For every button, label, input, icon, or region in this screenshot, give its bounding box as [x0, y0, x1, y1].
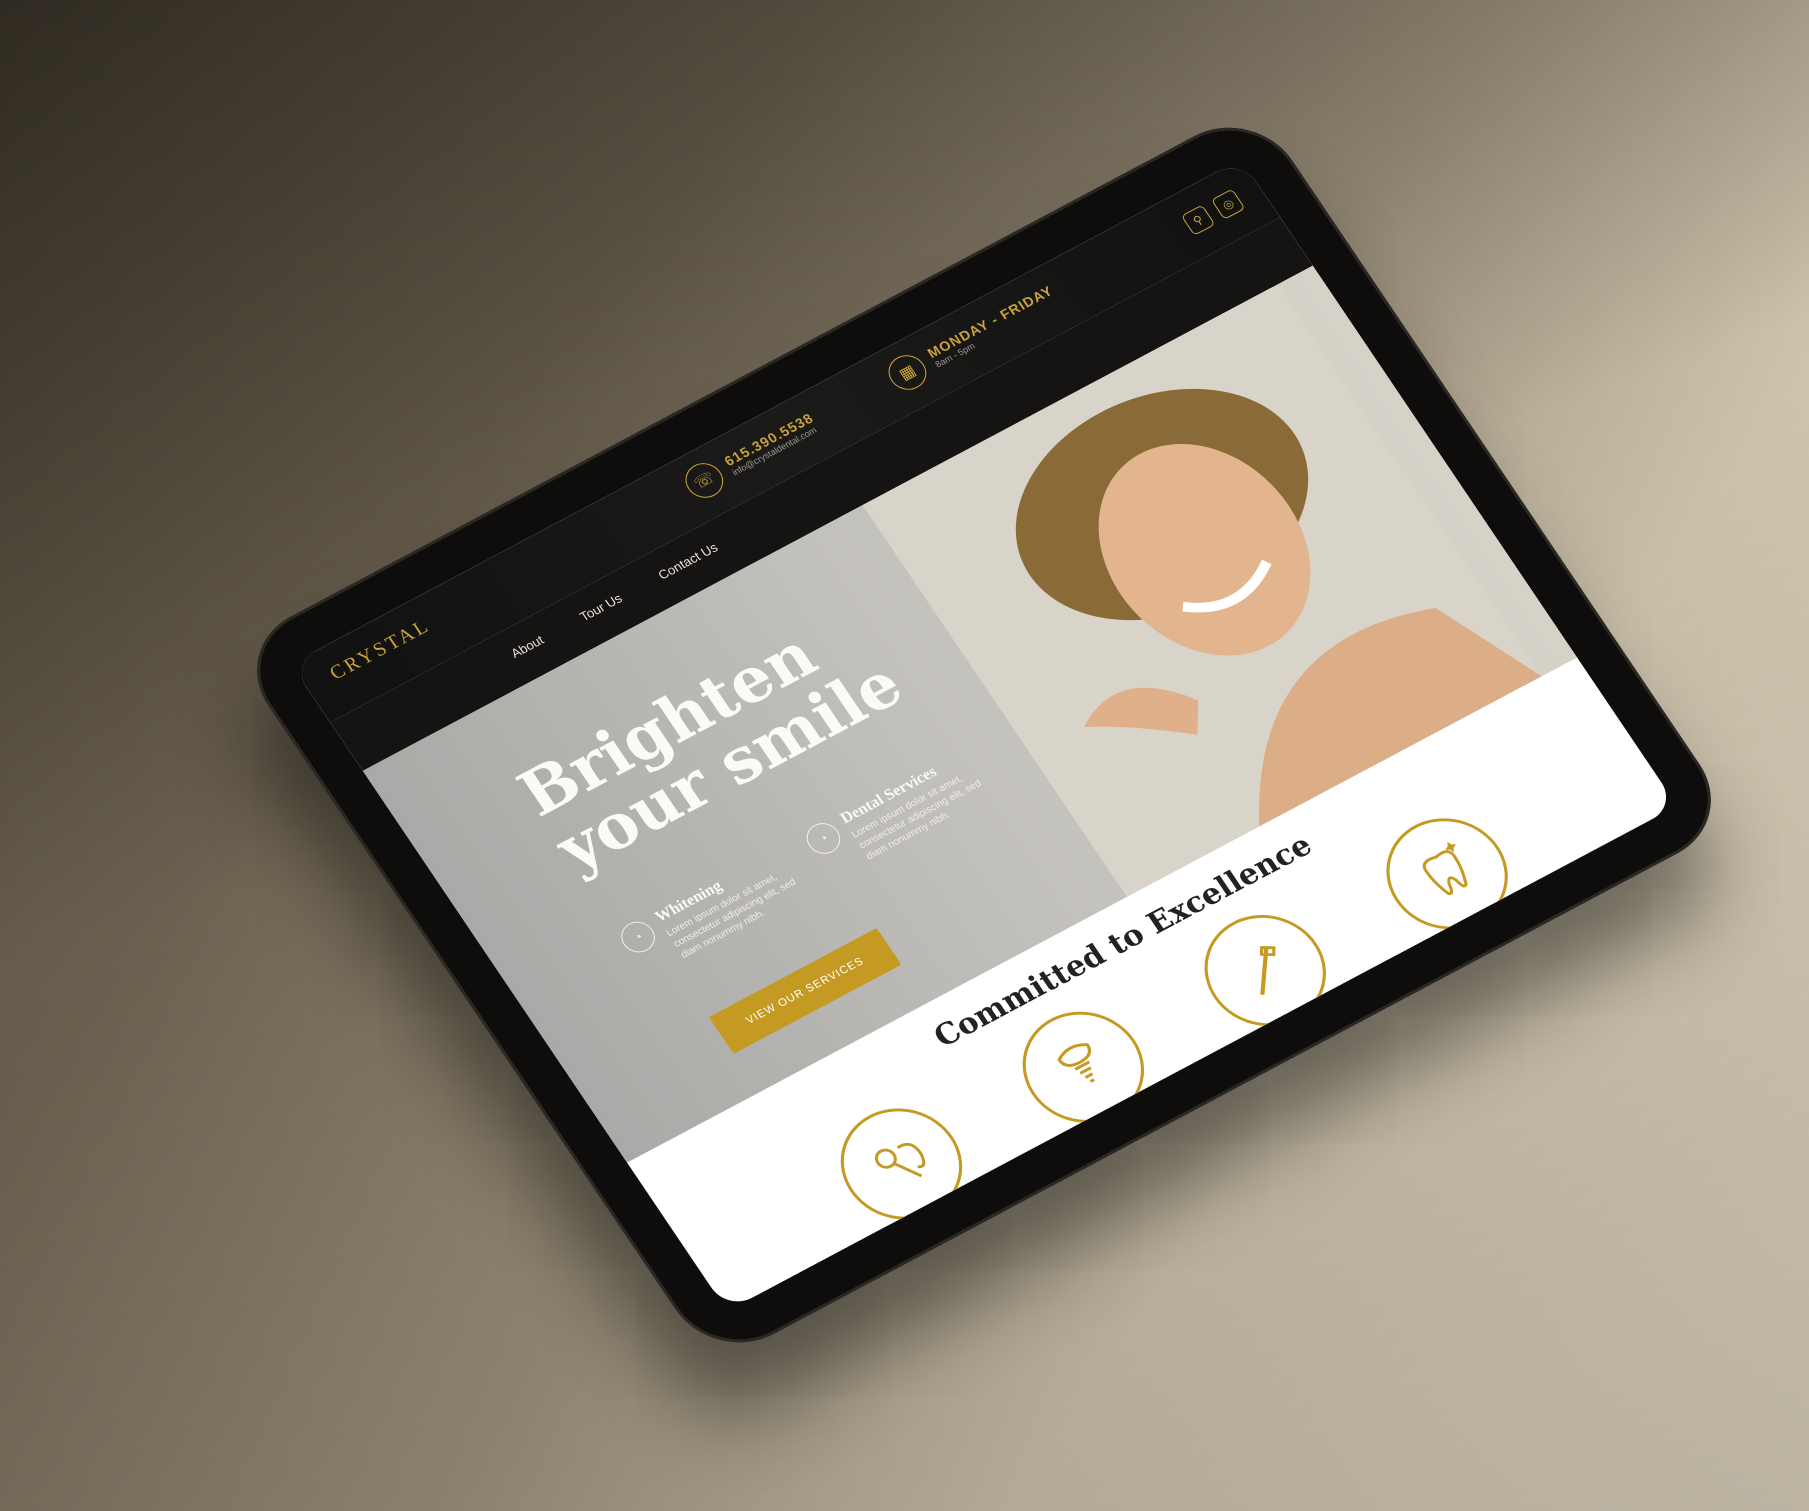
nav-item-contact[interactable]: Contact Us	[655, 540, 720, 583]
service-whitening[interactable]: ◔ Whitening Lorem ipsum dolor sit amet, …	[614, 841, 818, 981]
tooth-phone-icon: ☏	[678, 457, 731, 504]
header-icons: ⚲ ◎	[1180, 188, 1246, 236]
location-pin-icon[interactable]: ⚲	[1180, 204, 1216, 236]
tablet-screen: CRYSTAL ☏ 615.390.5538 info@crystaldenta…	[290, 158, 1678, 1312]
dental-mirror-icon[interactable]	[817, 1088, 986, 1240]
nav-item-tour[interactable]: Tour Us	[577, 591, 625, 625]
tooth-sparkle-icon[interactable]	[1363, 798, 1531, 950]
nav-item-about[interactable]: About	[508, 632, 546, 660]
view-services-button[interactable]: VIEW OUR SERVICES	[708, 927, 902, 1054]
tablet-device: CRYSTAL ☏ 615.390.5538 info@crystaldenta…	[230, 104, 1738, 1366]
calendar-icon: ▦	[881, 349, 934, 396]
toothbrush-icon[interactable]	[1181, 894, 1350, 1047]
service-dental[interactable]: ◔ Dental Services Lorem ipsum dolor sit …	[800, 743, 1003, 883]
implant-icon[interactable]	[999, 991, 1168, 1143]
instagram-icon[interactable]: ◎	[1210, 188, 1246, 220]
tooth-icon: ◔	[800, 817, 847, 860]
tooth-icon: ◔	[614, 916, 662, 958]
